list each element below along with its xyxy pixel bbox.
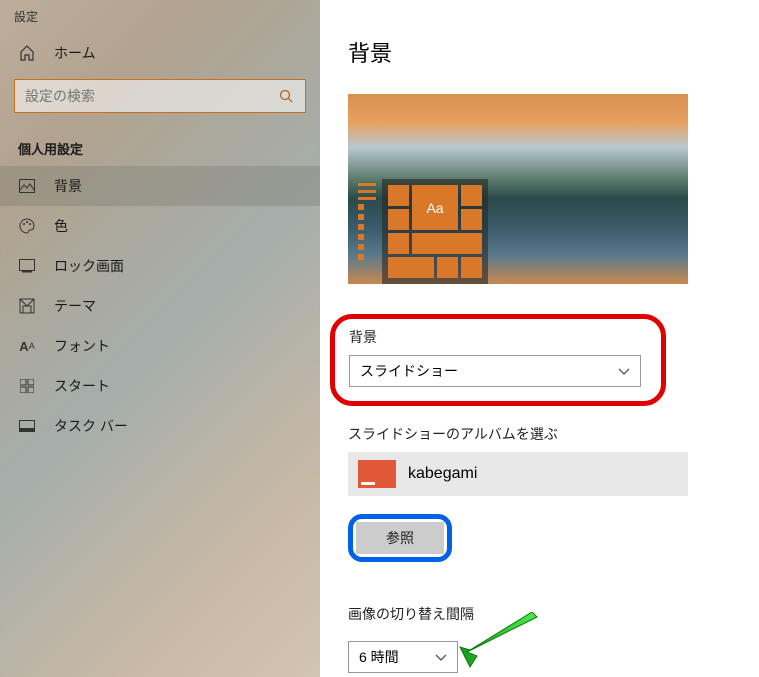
lockscreen-icon	[18, 257, 36, 275]
sidebar-item-taskbar[interactable]: タスク バー	[0, 406, 320, 446]
sidebar-label: 色	[54, 216, 68, 236]
search-input[interactable]	[25, 88, 277, 104]
background-type-dropdown[interactable]: スライドショー	[349, 355, 641, 387]
start-icon	[18, 377, 36, 395]
home-icon	[18, 44, 36, 62]
chevron-down-icon	[435, 649, 447, 665]
sidebar-item-themes[interactable]: テーマ	[0, 286, 320, 326]
settings-sidebar: 設定 ホーム 個人用設定 背景 色 ロック画面	[0, 0, 320, 677]
chevron-down-icon	[618, 363, 630, 379]
nav-home-label: ホーム	[54, 43, 96, 63]
sidebar-item-lockscreen[interactable]: ロック画面	[0, 246, 320, 286]
sidebar-label: スタート	[54, 376, 110, 396]
sidebar-label: フォント	[54, 336, 110, 356]
preview-window-mock: Aa	[358, 179, 488, 284]
interval-dropdown[interactable]: 6 時間	[348, 641, 458, 673]
sidebar-label: ロック画面	[54, 256, 124, 276]
preview-sample-text: Aa	[412, 185, 458, 230]
background-field-label: 背景	[349, 327, 647, 347]
annotation-red-highlight: 背景 スライドショー	[330, 314, 666, 406]
interval-section: 画像の切り替え間隔 6 時間	[348, 604, 731, 677]
nav-home[interactable]: ホーム	[0, 33, 320, 73]
background-type-value: スライドショー	[360, 361, 458, 381]
annotation-blue-highlight: 参照	[348, 514, 452, 562]
browse-button[interactable]: 参照	[356, 522, 444, 554]
sidebar-item-fonts[interactable]: AA フォント	[0, 326, 320, 366]
album-section: スライドショーのアルバムを選ぶ kabegami 参照	[348, 424, 731, 582]
album-folder-name: kabegami	[408, 465, 477, 483]
taskbar-icon	[18, 417, 36, 435]
palette-icon	[18, 217, 36, 235]
interval-value: 6 時間	[359, 647, 399, 667]
page-title: 背景	[348, 36, 731, 68]
category-title: 個人用設定	[0, 127, 320, 166]
album-folder-row[interactable]: kabegami	[348, 452, 688, 496]
picture-icon	[18, 177, 36, 195]
annotation-green-arrow	[462, 632, 552, 677]
sidebar-item-colors[interactable]: 色	[0, 206, 320, 246]
sidebar-label: タスク バー	[54, 416, 128, 436]
album-section-label: スライドショーのアルバムを選ぶ	[348, 424, 731, 444]
folder-thumb-icon	[358, 460, 396, 488]
sidebar-item-background[interactable]: 背景	[0, 166, 320, 206]
sidebar-label: 背景	[54, 176, 82, 196]
search-container	[14, 79, 306, 113]
app-title: 設定	[0, 0, 320, 33]
sidebar-item-start[interactable]: スタート	[0, 366, 320, 406]
font-icon: AA	[18, 337, 36, 355]
search-icon	[277, 87, 295, 105]
background-preview: Aa	[348, 94, 688, 284]
theme-icon	[18, 297, 36, 315]
main-content: 背景 Aa 背景 スライドショー スライドショーのア	[320, 0, 759, 677]
sidebar-label: テーマ	[54, 296, 96, 316]
search-box[interactable]	[14, 79, 306, 113]
